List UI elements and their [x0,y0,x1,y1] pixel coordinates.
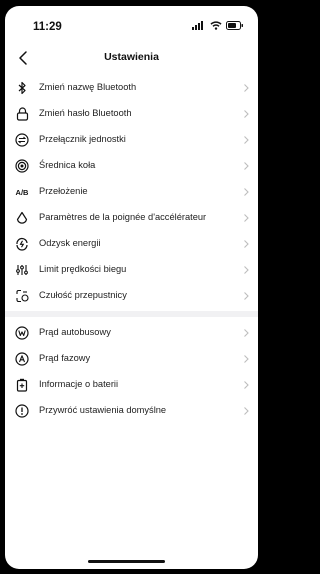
status-bar: 11:29 [5,6,258,38]
settings-screen: 11:29 Ustawienia Zmień nazwę Bluetooth Z… [5,6,258,569]
setting-battery-info[interactable]: Informacje o baterii [5,372,258,398]
setting-rename-bluetooth[interactable]: Zmień nazwę Bluetooth [5,75,258,101]
setting-label: Prąd fazowy [39,353,91,363]
chevron-right-icon [244,188,249,196]
unit-switch-icon [14,132,30,148]
status-icons [192,21,244,30]
setting-label: Średnica koła [39,160,96,170]
settings-group-2: Prąd autobusowy Prąd fazowy Informacje o… [5,320,258,424]
speed-limit-icon [14,262,30,278]
setting-throttle-sensitivity[interactable]: Czułość przepustnicy [5,283,258,309]
battery-status-icon [226,21,243,30]
home-indicator[interactable] [88,560,165,563]
energy-recovery-icon [14,236,30,252]
setting-label: Informacje o baterii [39,379,119,389]
chevron-right-icon [244,162,249,170]
ab-icon: A/B [15,187,29,197]
setting-label: Prąd autobusowy [39,327,111,337]
section-divider [5,311,258,317]
setting-label: Zmień hasło Bluetooth [39,108,132,118]
setting-label: Zmień nazwę Bluetooth [39,82,137,92]
page-title: Ustawienia [104,51,159,63]
setting-unit-switch[interactable]: Przełącznik jednostki [5,127,258,153]
lock-icon [14,106,30,122]
setting-throttle-handle[interactable]: Paramètres de la poignée d'accélérateur [5,205,258,231]
setting-change-bluetooth-password[interactable]: Zmień hasło Bluetooth [5,101,258,127]
throttle-sensitivity-icon [14,288,30,304]
throttle-drop-icon [14,210,30,226]
restore-defaults-icon [14,403,30,419]
setting-restore-defaults[interactable]: Przywróć ustawienia domyślne [5,398,258,424]
chevron-right-icon [244,329,249,337]
setting-bus-current[interactable]: Prąd autobusowy [5,320,258,346]
chevron-right-icon [244,407,249,415]
chevron-right-icon [244,381,249,389]
setting-energy-recovery[interactable]: Odzysk energii [5,231,258,257]
battery-icon [14,377,30,393]
setting-gear-ratio[interactable]: A/B Przełożenie [5,179,258,205]
wifi-icon [210,21,222,30]
cellular-signal-icon [192,21,203,30]
setting-label: Czułość przepustnicy [39,290,127,300]
navigation-bar: Ustawienia [5,46,258,72]
settings-group-1: Zmień nazwę Bluetooth Zmień hasło Blueto… [5,75,258,309]
chevron-right-icon [244,84,249,92]
chevron-right-icon [244,266,249,274]
setting-gear-speed-limit[interactable]: Limit prędkości biegu [5,257,258,283]
chevron-right-icon [244,214,249,222]
setting-label: Przełożenie [39,186,88,196]
setting-wheel-diameter[interactable]: Średnica koła [5,153,258,179]
phase-current-icon [14,351,30,367]
bluetooth-icon [14,80,30,96]
setting-label: Przywróć ustawienia domyślne [39,405,167,415]
chevron-right-icon [244,292,249,300]
setting-label: Limit prędkości biegu [39,264,127,274]
setting-label: Odzysk energii [39,238,101,248]
chevron-right-icon [244,136,249,144]
bus-current-icon [14,325,30,341]
status-time: 11:29 [33,21,62,33]
setting-label: Paramètres de la poignée d'accélérateur [39,212,207,222]
chevron-right-icon [244,355,249,363]
setting-phase-current[interactable]: Prąd fazowy [5,346,258,372]
wheel-icon [14,158,30,174]
chevron-right-icon [244,110,249,118]
setting-label: Przełącznik jednostki [39,134,126,144]
chevron-right-icon [244,240,249,248]
